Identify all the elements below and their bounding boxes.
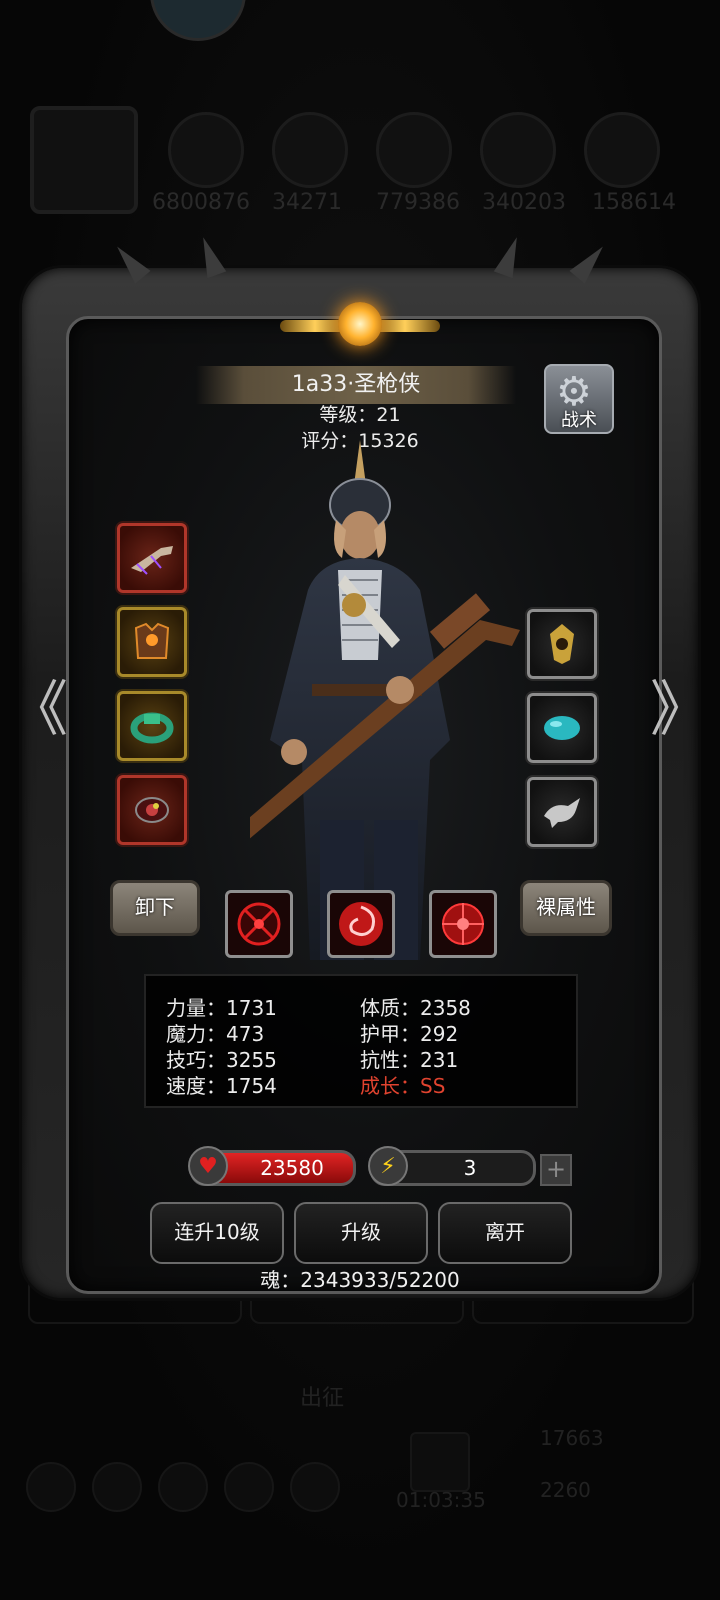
background-gift-icon [410, 1432, 470, 1492]
previous-hero-arrow-icon[interactable]: 《 [8, 680, 68, 740]
background-resource-value: 158614 [592, 190, 676, 215]
energy-value: 3 [463, 1156, 477, 1180]
skill-slot[interactable] [225, 890, 293, 958]
pet-slot[interactable] [527, 777, 597, 847]
background-menu-icon [92, 1462, 142, 1512]
golden-skull-icon [530, 612, 594, 676]
hp-value: 23580 [260, 1156, 324, 1180]
leave-button[interactable]: 离开 [438, 1202, 572, 1264]
background-menu-icon [290, 1462, 340, 1512]
add-energy-button[interactable]: + [540, 1154, 572, 1186]
heart-icon: ♥ [188, 1146, 228, 1186]
stat-magic: 魔力：473 [166, 1022, 265, 1046]
crosshair-icon [432, 893, 494, 955]
base-attributes-button[interactable]: 裸属性 [520, 880, 612, 936]
vortex-icon [330, 893, 392, 955]
background-menu-icon [224, 1462, 274, 1512]
tactics-button-label: 战术 [561, 410, 597, 431]
lightning-icon: ⚡ [368, 1146, 408, 1186]
stat-armor: 护甲：292 [360, 1022, 459, 1046]
ring-slot[interactable] [117, 691, 187, 761]
stat-skill: 技巧：3255 [166, 1048, 277, 1072]
eye-gem-icon [120, 778, 184, 842]
amulet-slot[interactable] [527, 609, 597, 679]
stats-panel: 力量：1731 魔力：473 技巧：3255 速度：1754 体质：2358 护… [144, 974, 578, 1108]
hero-character [250, 440, 520, 960]
pistol-icon [120, 526, 184, 590]
next-hero-arrow-icon[interactable]: 》 [650, 680, 710, 740]
gem-slot[interactable] [527, 693, 597, 763]
stat-strength: 力量：1731 [166, 996, 277, 1020]
background-menu-icon [158, 1462, 208, 1512]
background-resource-value: 6800876 [152, 190, 250, 215]
background-resource-value: 34271 [272, 190, 342, 215]
background-resource-icon [168, 112, 244, 188]
stat-speed: 速度：1754 [166, 1074, 277, 1098]
turquoise-stone-icon [530, 696, 594, 760]
background-resource-icon [272, 112, 348, 188]
unequip-button[interactable]: 卸下 [110, 880, 200, 936]
background-timer: 01:03:35 [396, 1488, 486, 1512]
stat-resistance: 抗性：231 [360, 1048, 459, 1072]
armor-slot[interactable] [117, 607, 187, 677]
hero-name: 1a33·圣枪侠 [196, 366, 516, 404]
background-march-label: 出征 [300, 1386, 345, 1411]
stat-constitution: 体质：2358 [360, 996, 471, 1020]
soul-counter: 魂：2343933/52200 [260, 1268, 460, 1292]
background-menu-icon [26, 1462, 76, 1512]
crow-icon [530, 780, 594, 844]
background-gold-value: 17663 [540, 1426, 604, 1450]
stat-growth: 成长：SS [360, 1074, 446, 1098]
skill-slot[interactable] [327, 890, 395, 958]
target-rune-icon [228, 893, 290, 955]
accessory-slot[interactable] [117, 775, 187, 845]
chest-armor-icon [120, 610, 184, 674]
skill-slot[interactable] [429, 890, 497, 958]
tactics-button[interactable]: ⚙ 战术 [544, 364, 614, 434]
background-resource-icon [584, 112, 660, 188]
background-resource-icon [376, 112, 452, 188]
sun-emblem-icon [280, 300, 440, 354]
background-resource-value: 340203 [482, 190, 566, 215]
background-gem-value: 2260 [540, 1478, 591, 1502]
background-resource-icon [480, 112, 556, 188]
level-up-button[interactable]: 升级 [294, 1202, 428, 1264]
weapon-slot[interactable] [117, 523, 187, 593]
background-weapon-slot [30, 106, 138, 214]
background-resource-value: 779386 [376, 190, 460, 215]
level-up-10-button[interactable]: 连升10级 [150, 1202, 284, 1264]
ring-icon [120, 694, 184, 758]
